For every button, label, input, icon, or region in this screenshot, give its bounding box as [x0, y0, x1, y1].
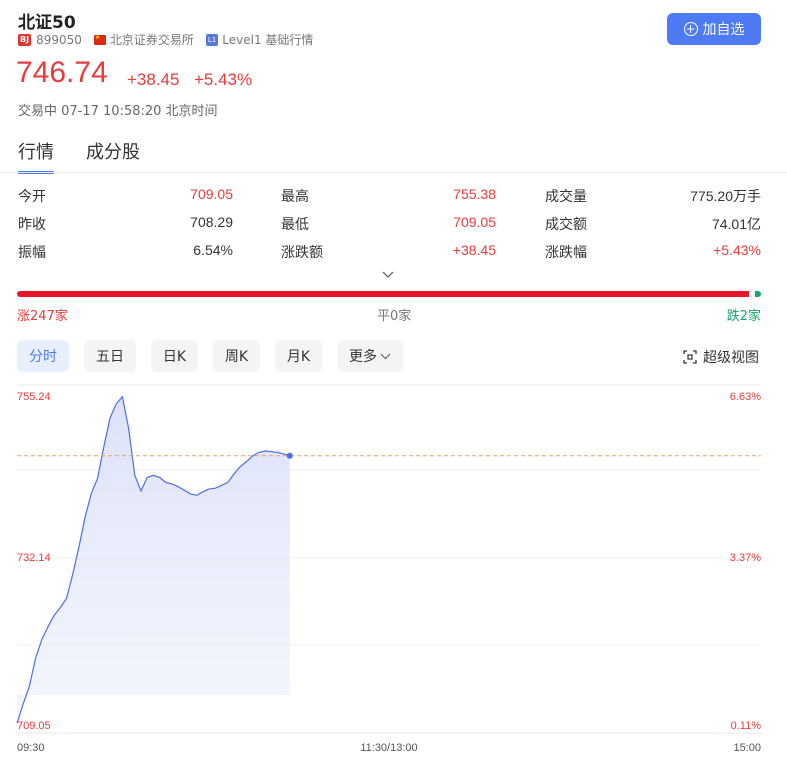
chevron-down-icon [380, 353, 391, 360]
y-tick-left: 709.05 [17, 720, 51, 732]
exchange-name: 北京证券交易所 [109, 33, 194, 47]
stats-row: 昨收 708.29 最低 709.05 成交额 74.01亿 [18, 214, 761, 242]
period-label: 五日 [96, 349, 124, 365]
stat-value-turnover: 74.01亿 [711, 216, 761, 232]
plus-circle-icon: + [683, 22, 698, 36]
stat-value-open: 709.05 [190, 186, 233, 202]
tab-quote[interactable]: 行情 [18, 138, 54, 174]
china-flag-icon [93, 34, 106, 45]
stat-label-change-pct: 涨跌幅 [545, 245, 587, 261]
price-area-fill [17, 396, 290, 724]
stat-value-amplitude: 6.54% [193, 242, 233, 258]
add-watchlist-label: 加自选 [702, 22, 745, 38]
stat-label-low: 最低 [281, 217, 309, 233]
trading-status: 交易中 07-17 10:58:20 北京时间 [18, 104, 218, 119]
level-text: Level1 基础行情 [222, 33, 314, 47]
period-weekly-button[interactable]: 周K [213, 340, 260, 372]
period-label: 周K [224, 349, 249, 365]
tab-divider [0, 172, 787, 173]
period-more-dropdown[interactable]: 更多 [337, 340, 403, 372]
period-label: 更多 [349, 349, 377, 365]
stock-header: 北证50 BJ 899050 北京证券交易所 L1 Level1 基础行情 [18, 8, 768, 108]
tab-constituents[interactable]: 成分股 [86, 138, 140, 174]
breadth-up-label: 涨247家 [17, 309, 68, 324]
x-tick: 09:30 [17, 742, 45, 754]
super-view-button[interactable]: 超级视图 [683, 347, 759, 367]
intraday-chart[interactable]: 755.24 732.14 709.05 6.63% 3.37% 0.11% 0… [0, 380, 787, 760]
index-meta: BJ 899050 北京证券交易所 L1 Level1 基础行情 [18, 31, 313, 48]
stat-value-change-amount: +38.45 [452, 242, 496, 258]
price-change-pct: +5.43% [194, 70, 253, 89]
market-breadth-bar [17, 291, 761, 297]
period-daily-button[interactable]: 日K [151, 340, 198, 372]
period-5day-button[interactable]: 五日 [84, 340, 136, 372]
index-title: 北证50 [18, 13, 76, 33]
period-selector: 分时 五日 日K 周K 月K 更多 [17, 340, 418, 372]
exchange-badge: BJ [18, 33, 32, 46]
latest-price-dot [286, 452, 293, 459]
stat-label-high: 最高 [281, 189, 309, 205]
level-badge: L1 [205, 33, 219, 46]
breadth-down-label: 跌2家 [726, 309, 761, 324]
stat-value-high: 755.38 [453, 186, 496, 202]
y-tick-right: 6.63% [730, 391, 761, 403]
stat-label-volume: 成交量 [545, 189, 587, 205]
stats-row: 振幅 6.54% 涨跌额 +38.45 涨跌幅 +5.43% [18, 242, 761, 270]
x-tick: 15:00 [733, 742, 761, 754]
stat-label-turnover: 成交额 [545, 217, 587, 233]
chevron-down-icon[interactable] [382, 268, 394, 280]
super-view-label: 超级视图 [703, 350, 759, 366]
stat-value-volume: 775.20万手 [690, 188, 761, 204]
period-label: 日K [162, 349, 187, 365]
y-tick-left: 755.24 [17, 391, 51, 403]
period-label: 月K [286, 349, 311, 365]
stat-value-low: 709.05 [453, 214, 496, 230]
y-tick-right: 0.11% [731, 720, 762, 732]
current-price: 746.74 [16, 56, 108, 89]
stat-label-amplitude: 振幅 [18, 245, 46, 261]
stat-value-change-pct: +5.43% [713, 242, 761, 258]
stat-label-open: 今开 [18, 189, 46, 205]
price-change: +38.45 [127, 70, 180, 89]
stat-value-prev-close: 708.29 [190, 214, 233, 230]
period-intraday-button[interactable]: 分时 [17, 340, 69, 372]
breadth-down-fill [755, 291, 761, 297]
add-watchlist-button[interactable]: + 加自选 [667, 13, 761, 45]
period-monthly-button[interactable]: 月K [275, 340, 322, 372]
stats-grid: 今开 709.05 最高 755.38 成交量 775.20万手昨收 708.29 最低 709… [18, 186, 761, 270]
breadth-labels: 涨247家 平0家 跌2家 [17, 305, 761, 324]
breadth-flat-label: 平0家 [377, 309, 412, 324]
breadth-up-fill [17, 291, 749, 297]
fullscreen-icon [683, 350, 697, 364]
stats-row: 今开 709.05 最高 755.38 成交量 775.20万手 [18, 186, 761, 214]
period-label: 分时 [29, 349, 57, 365]
y-tick-left: 732.14 [17, 552, 51, 564]
y-tick-right: 3.37% [730, 552, 761, 564]
x-tick: 11:30/13:00 [360, 742, 417, 754]
stat-label-change-amount: 涨跌额 [281, 245, 323, 261]
stat-label-prev-close: 昨收 [18, 217, 46, 233]
index-code: 899050 [36, 32, 82, 47]
section-tabs: 行情 成分股 [18, 138, 172, 174]
